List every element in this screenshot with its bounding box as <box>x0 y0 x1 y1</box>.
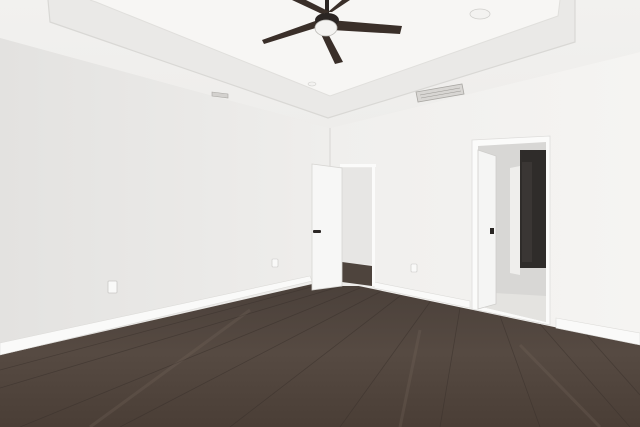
fan-light <box>314 19 338 37</box>
electrical-outlet-icon <box>271 258 279 268</box>
open-door <box>311 163 343 291</box>
smoke-detector <box>469 8 491 20</box>
smoke-detector <box>307 81 317 87</box>
electrical-outlet-icon <box>107 280 118 294</box>
room-scene <box>0 0 640 427</box>
right-doorway <box>471 135 551 326</box>
center-doorway <box>340 164 376 286</box>
electrical-outlet-icon <box>410 263 418 273</box>
door-handle-icon <box>313 230 321 233</box>
room-photo <box>0 0 640 427</box>
